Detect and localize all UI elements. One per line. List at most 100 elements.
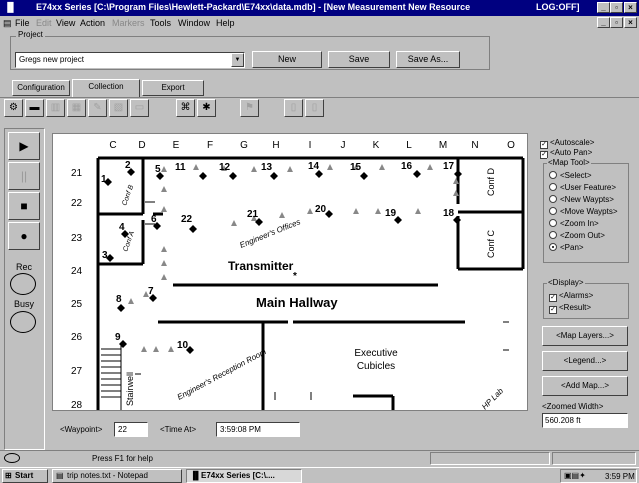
tool-label: <Select> bbox=[560, 171, 592, 180]
print-icon[interactable]: ▬ bbox=[25, 99, 44, 117]
floor-plan-map[interactable]: C D E F G H I J K L M N O 21 22 23 24 25… bbox=[53, 134, 528, 411]
tool-move-waypts-radio[interactable]: <Move Waypts> bbox=[549, 207, 618, 216]
tab-export[interactable]: Export bbox=[142, 80, 204, 96]
result-checkbox[interactable]: ✓ <Result> bbox=[549, 303, 591, 314]
column-header: M bbox=[439, 140, 447, 151]
menu-tools[interactable]: Tools bbox=[150, 18, 171, 28]
route-icon[interactable]: ⌘ bbox=[176, 99, 195, 117]
waypoint[interactable] bbox=[270, 172, 278, 180]
doc-icon[interactable]: ▤ bbox=[3, 18, 12, 29]
waypoint[interactable] bbox=[199, 172, 207, 180]
child-close-button[interactable]: × bbox=[624, 17, 637, 28]
waypoint[interactable] bbox=[360, 172, 368, 180]
tool-zoom-in-radio[interactable]: <Zoom In> bbox=[549, 219, 599, 228]
notepad-icon: ▤ bbox=[56, 471, 64, 480]
menu-action[interactable]: Action bbox=[80, 18, 105, 28]
map-layers-button[interactable]: <Map Layers...> bbox=[542, 326, 628, 346]
connect-icon[interactable]: ⚙ bbox=[4, 99, 23, 117]
record-button[interactable]: ● bbox=[8, 222, 40, 250]
menu-file[interactable]: File bbox=[15, 18, 30, 28]
waypoint-field[interactable]: 22 bbox=[114, 422, 148, 437]
pause-button[interactable]: || bbox=[8, 162, 40, 190]
waypoint[interactable] bbox=[325, 210, 333, 218]
table-icon[interactable]: ▥ bbox=[46, 99, 65, 117]
save-as-button[interactable]: Save As... bbox=[396, 51, 460, 68]
lab-label: HP Lab bbox=[480, 386, 505, 411]
column-header: F bbox=[207, 140, 213, 151]
tool-user-feature-radio[interactable]: <User Feature> bbox=[549, 183, 616, 192]
tab-collection[interactable]: Collection bbox=[72, 79, 140, 97]
tray-icons[interactable]: ▣▤✦ bbox=[564, 471, 586, 480]
check-icon: ✓ bbox=[549, 306, 557, 314]
time-at-field[interactable]: 3:59:08 PM bbox=[216, 422, 300, 437]
map-view[interactable]: C D E F G H I J K L M N O 21 22 23 24 25… bbox=[52, 133, 528, 411]
waypoint-label: 9 bbox=[115, 332, 121, 343]
minimize-button[interactable]: _ bbox=[597, 2, 610, 13]
waypoint[interactable] bbox=[454, 170, 462, 178]
layout-icon[interactable]: ▭ bbox=[130, 99, 149, 117]
waypoint-label: 11 bbox=[175, 162, 186, 173]
waypoint-label: 4 bbox=[119, 222, 125, 233]
busy-indicator bbox=[10, 311, 36, 333]
waypoint-label: 7 bbox=[148, 286, 154, 297]
tool-zoom-out-radio[interactable]: <Zoom Out> bbox=[549, 231, 605, 240]
taskbar-app[interactable]: ▐▌ E74xx Series [C:\.... bbox=[186, 469, 302, 483]
legend-button[interactable]: <Legend...> bbox=[542, 351, 628, 371]
project-select[interactable]: Gregs new project ▼ bbox=[15, 52, 245, 68]
stop-button[interactable]: ■ bbox=[8, 192, 40, 220]
waypoint[interactable] bbox=[453, 216, 461, 224]
busy-label: Busy bbox=[13, 299, 34, 309]
new-project-button[interactable]: New bbox=[252, 51, 322, 68]
waypoint[interactable] bbox=[117, 304, 125, 312]
alarms-checkbox[interactable]: ✓ <Alarms> bbox=[549, 291, 593, 302]
tab-configuration[interactable]: Configuration bbox=[12, 80, 70, 96]
child-maximize-button[interactable]: ▫ bbox=[610, 17, 623, 28]
app-icon[interactable]: ▐▌ bbox=[4, 2, 17, 12]
page-icon[interactable]: ▯ bbox=[284, 99, 303, 117]
walls bbox=[96, 156, 525, 410]
tool-new-waypts-radio[interactable]: <New Waypts> bbox=[549, 195, 614, 204]
menu-view[interactable]: View bbox=[56, 18, 75, 28]
radio-icon bbox=[549, 207, 557, 215]
stairwell-label: Stairwell bbox=[125, 372, 135, 406]
radio-icon bbox=[549, 219, 557, 227]
waypoint[interactable] bbox=[189, 225, 197, 233]
taskbar-notepad[interactable]: ▤ trip notes.txt - Notepad bbox=[52, 469, 182, 483]
save-button[interactable]: Save bbox=[328, 51, 390, 68]
clock: 3:59 PM bbox=[605, 472, 635, 481]
menu-window[interactable]: Window bbox=[178, 18, 210, 28]
tool-label: <Pan> bbox=[560, 243, 584, 252]
waypoint-label: 2 bbox=[125, 160, 131, 171]
cubicles-label: Cubicles bbox=[357, 361, 395, 372]
close-button[interactable]: × bbox=[624, 2, 637, 13]
waypoint[interactable] bbox=[229, 172, 237, 180]
status-pane bbox=[430, 452, 550, 465]
zoomed-width-field[interactable]: 560.208 ft bbox=[542, 413, 628, 428]
page-copy-icon[interactable]: ▯ bbox=[305, 99, 324, 117]
chart-icon[interactable]: ▧ bbox=[109, 99, 128, 117]
waypoint-label: 10 bbox=[177, 340, 189, 351]
waypoint[interactable] bbox=[413, 170, 421, 178]
target-icon[interactable]: ✱ bbox=[197, 99, 216, 117]
menu-help[interactable]: Help bbox=[216, 18, 235, 28]
child-minimize-button[interactable]: _ bbox=[597, 17, 610, 28]
play-button[interactable]: ▶ bbox=[8, 132, 40, 160]
radio-icon bbox=[549, 183, 557, 191]
waypoint-label: <Waypoint> bbox=[60, 425, 103, 434]
menu-markers[interactable]: Markers bbox=[112, 18, 145, 28]
maximize-button[interactable]: ▫ bbox=[610, 2, 623, 13]
start-button[interactable]: ⊞ Start bbox=[2, 469, 48, 483]
chevron-down-icon[interactable]: ▼ bbox=[231, 53, 244, 67]
column-header: G bbox=[240, 140, 248, 151]
menu-edit[interactable]: Edit bbox=[36, 18, 52, 28]
tool-select-radio[interactable]: <Select> bbox=[549, 171, 592, 180]
tool-pan-radio[interactable]: <Pan> bbox=[549, 243, 584, 252]
flag-icon[interactable]: ⚑ bbox=[240, 99, 259, 117]
grid-icon[interactable]: ▦ bbox=[67, 99, 86, 117]
tools-icon[interactable]: ✎ bbox=[88, 99, 107, 117]
column-header: D bbox=[138, 140, 145, 151]
row-headers: 21 22 23 24 25 26 27 28 bbox=[71, 168, 83, 410]
add-map-button[interactable]: <Add Map...> bbox=[542, 376, 628, 396]
column-header: H bbox=[272, 140, 279, 151]
menu-bar: ▤ File Edit View Action Markers Tools Wi… bbox=[0, 16, 639, 30]
